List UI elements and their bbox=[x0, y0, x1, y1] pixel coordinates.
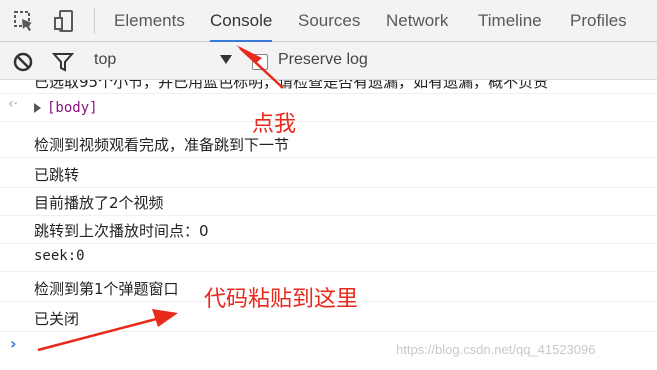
console-message: 跳转到上次播放时间点：0 bbox=[0, 216, 657, 244]
device-mode-icon[interactable] bbox=[52, 8, 76, 34]
console-message: seek:0 bbox=[0, 244, 657, 272]
tab-console[interactable]: Console bbox=[210, 0, 273, 42]
console-message: 目前播放了2个视频 bbox=[0, 188, 657, 216]
body-node[interactable]: [body] bbox=[47, 100, 98, 116]
tab-profiles[interactable]: Profiles bbox=[570, 0, 627, 42]
console-toolbar: top Preserve log bbox=[0, 42, 657, 80]
tab-network[interactable]: Network bbox=[386, 0, 448, 42]
console-message-body[interactable]: ‹· [body] bbox=[0, 94, 657, 122]
chevron-down-icon bbox=[220, 55, 232, 64]
console-message: 已跳转 bbox=[0, 160, 657, 188]
tab-sources[interactable]: Sources bbox=[298, 0, 360, 42]
preserve-log-label: Preserve log bbox=[278, 51, 368, 68]
console-output: 已选取95个小节，并已用蓝色标明，请检查是否有遗漏，如有遗漏，概不负责 ‹· [… bbox=[0, 80, 657, 370]
tab-separator bbox=[94, 8, 95, 34]
console-prompt[interactable]: › bbox=[10, 334, 17, 353]
devtools-tabbar: Elements Console Sources Network Timelin… bbox=[0, 0, 657, 42]
console-message: 已选取95个小节，并已用蓝色标明，请检查是否有遗漏，如有遗漏，概不负责 bbox=[0, 80, 657, 94]
annotation-paste-here: 代码粘贴到这里 bbox=[204, 287, 359, 312]
context-selector[interactable]: top bbox=[80, 48, 240, 74]
filter-icon[interactable] bbox=[51, 51, 75, 73]
tab-elements[interactable]: Elements bbox=[114, 0, 185, 42]
annotation-click-me: 点我 bbox=[252, 112, 297, 137]
context-value: top bbox=[94, 51, 117, 68]
console-message: 检测到视频观看完成，准备跳到下一节 bbox=[0, 130, 657, 158]
clear-console-icon[interactable] bbox=[12, 51, 34, 73]
inspect-element-icon[interactable] bbox=[12, 8, 36, 34]
preserve-log-checkbox[interactable] bbox=[252, 54, 268, 70]
tab-timeline[interactable]: Timeline bbox=[478, 0, 542, 42]
expand-triangle-icon[interactable] bbox=[34, 102, 41, 113]
result-arrow-icon: ‹· bbox=[8, 96, 19, 112]
watermark: https://blog.csdn.net/qq_41523096 bbox=[396, 342, 596, 357]
